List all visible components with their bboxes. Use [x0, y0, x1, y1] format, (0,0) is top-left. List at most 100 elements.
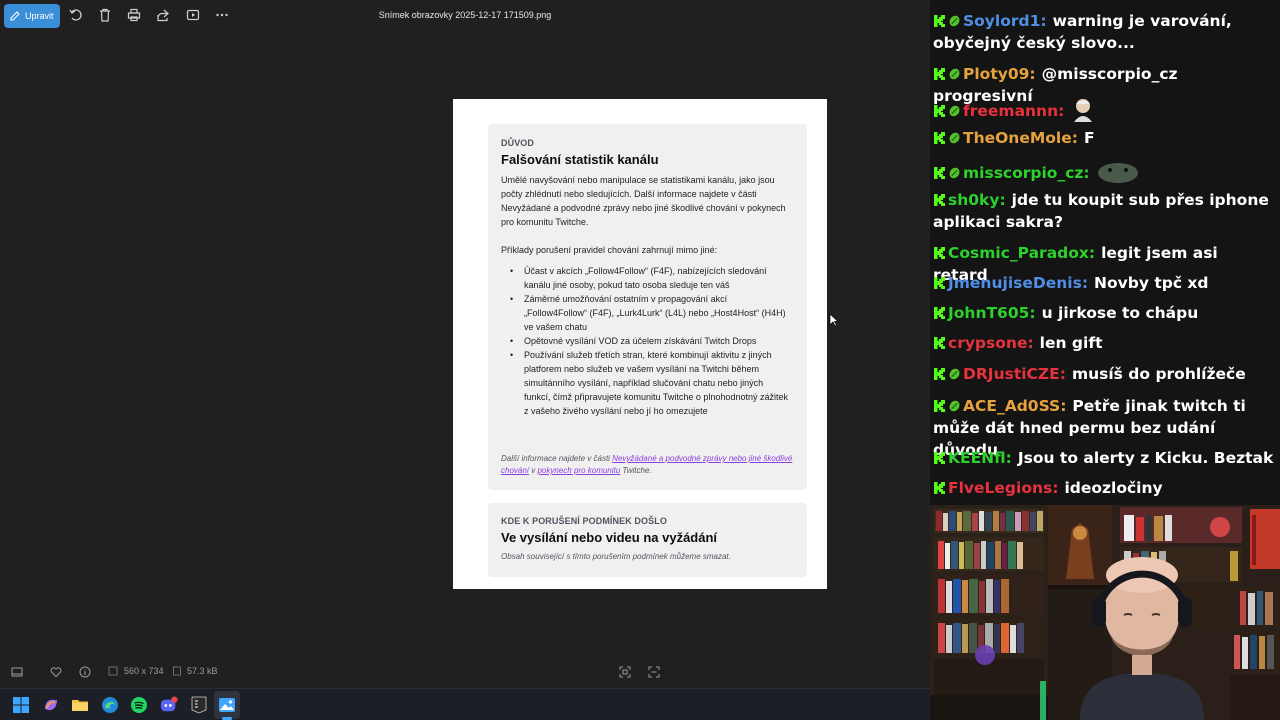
discord-icon[interactable]: [160, 696, 178, 714]
figurine-shelf: [1048, 505, 1112, 589]
chat-text: Jsou to alerty z Kicku. Beztak: [1017, 449, 1274, 467]
chat-username[interactable]: KEENfl:: [948, 449, 1012, 467]
chat-username[interactable]: FlveLegions:: [948, 479, 1058, 497]
chat-message: JmenujiseDenis: Novby tpč xd: [933, 272, 1277, 294]
viewer-statusbar: 560 x 734 57.3 kB: [0, 656, 930, 688]
stream-chat-overlay: Soylord1: warning je varování, obyčejný č…: [930, 0, 1280, 505]
chat-username[interactable]: crypsone:: [948, 334, 1034, 352]
chat-text: Novby tpč xd: [1094, 274, 1209, 292]
chat-text: u jirkose to chápu: [1041, 304, 1199, 322]
chat-message: KEENfl: Jsou to alerty z Kicku. Beztak: [933, 447, 1277, 469]
actual-size-icon[interactable]: [648, 666, 660, 678]
image-dimensions: 560 x 734: [124, 666, 164, 676]
screenshot-image: DŮVOD Falšování statistik kanálu Umělé n…: [453, 99, 827, 589]
chat-username[interactable]: misscorpio_cz:: [963, 164, 1090, 182]
chat-username[interactable]: JmenujiseDenis:: [948, 274, 1088, 292]
chat-username[interactable]: DRJustiCZE:: [963, 365, 1066, 383]
chat-emote-man-icon: [1074, 99, 1093, 122]
kick-badge-icon: [934, 167, 945, 179]
favorite-heart-icon[interactable]: [50, 666, 62, 678]
kick-badge-icon: [934, 247, 945, 259]
photos-viewer-window: Upravit Snímek obrazovky 2025-12-17 1715…: [0, 0, 930, 688]
location-eyebrow: KDE K PORUŠENÍ PODMÍNEK DOŠLO: [501, 516, 667, 526]
chat-username[interactable]: JohnT605:: [948, 304, 1036, 322]
chat-text: len gift: [1039, 334, 1103, 352]
kick-badge-icon: [934, 15, 945, 27]
violation-examples-list: Účast v akcích „Follow4Follow“ (F4F), na…: [510, 264, 788, 418]
epic-games-icon[interactable]: [190, 696, 208, 714]
subscriber-badge-icon: [949, 105, 960, 117]
viewer-toolbar: Upravit Snímek obrazovky 2025-12-17 1715…: [0, 0, 930, 34]
webcam-feed: [930, 505, 1280, 720]
subscriber-badge-icon: [949, 68, 960, 80]
kick-badge-icon: [934, 482, 945, 494]
chat-message: DRJustiCZE: musíš do prohlížeče: [933, 363, 1277, 385]
kick-badge-icon: [934, 400, 945, 412]
list-item: Záměrné umožňování ostatním v propagován…: [510, 292, 788, 334]
chat-username[interactable]: Ploty09:: [963, 65, 1036, 83]
examples-intro: Příklady porušení pravidel chování zahrn…: [501, 245, 718, 255]
chat-message: TheOneMole: F: [933, 127, 1277, 149]
file-size: 57.3 kB: [187, 666, 218, 676]
filmstrip-icon[interactable]: [11, 666, 23, 678]
note-text: Twitche.: [620, 466, 652, 475]
community-guidelines-link[interactable]: pokynech pro komunitu: [537, 466, 620, 475]
chat-username[interactable]: Cosmic_Paradox:: [948, 244, 1095, 262]
location-heading: Ve vysílání nebo videu na vyžádání: [501, 530, 718, 545]
file-size-icon: [173, 666, 181, 676]
kick-badge-icon: [934, 307, 945, 319]
fit-to-window-icon[interactable]: [619, 666, 631, 678]
list-item: Opětovné vysílání VOD za účelem získáván…: [510, 334, 788, 348]
location-note: Obsah související s tímto porušením podm…: [501, 552, 731, 561]
file-explorer-icon[interactable]: [71, 696, 89, 714]
chat-username[interactable]: Soylord1:: [963, 12, 1047, 30]
chat-text: musíš do prohlížeče: [1071, 365, 1246, 383]
chat-message: crypsone: len gift: [933, 332, 1277, 354]
bookshelf-left: [930, 509, 1048, 720]
chat-message: sh0ky: jde tu koupit sub přes iphone apli…: [933, 189, 1277, 233]
chat-message: Soylord1: warning je varování, obyčejný č…: [933, 10, 1277, 54]
reason-description: Umělé navyšování nebo manipulace se stat…: [501, 175, 786, 227]
list-item: Používání služeb třetích stran, které ko…: [510, 348, 788, 418]
chat-message: JohnT605: u jirkose to chápu: [933, 302, 1277, 324]
list-item: Účast v akcích „Follow4Follow“ (F4F), na…: [510, 264, 788, 292]
webcam-image: [930, 505, 1280, 720]
chat-message: misscorpio_cz:: [933, 158, 1277, 184]
subscriber-badge-icon: [949, 400, 960, 412]
info-icon[interactable]: [79, 666, 91, 678]
subscriber-badge-icon: [949, 167, 960, 179]
note-text: Další informace najdete v části: [501, 454, 613, 463]
windows-start-icon[interactable]: [12, 696, 30, 714]
kick-badge-icon: [934, 452, 945, 464]
photos-app-icon[interactable]: [218, 696, 236, 714]
file-title: Snímek obrazovky 2025-12-17 171509.png: [378, 10, 552, 20]
subscriber-badge-icon: [949, 132, 960, 144]
chat-message: freemannn:: [933, 96, 1277, 122]
kick-badge-icon: [934, 277, 945, 289]
copilot-icon[interactable]: [42, 696, 60, 714]
reason-heading: Falšování statistik kanálu: [501, 152, 659, 167]
subscriber-badge-icon: [949, 15, 960, 27]
dimensions-icon: [108, 666, 118, 676]
windows-taskbar: [0, 688, 930, 720]
kick-badge-icon: [934, 194, 945, 206]
edge-browser-icon[interactable]: [101, 696, 119, 714]
location-card: KDE K PORUŠENÍ PODMÍNEK DOŠLO Ve vysílán…: [488, 503, 807, 577]
chat-username[interactable]: ACE_Ad0SS:: [963, 397, 1066, 415]
chat-message: FlveLegions: ideozločiny: [933, 477, 1277, 499]
chat-username[interactable]: freemannn:: [963, 102, 1064, 120]
reason-card: DŮVOD Falšování statistik kanálu Umělé n…: [488, 124, 807, 490]
chat-text: ideozločiny: [1064, 479, 1163, 497]
chat-username[interactable]: sh0ky:: [948, 191, 1006, 209]
more-info-note: Další informace najdete v části Nevyžáda…: [501, 453, 797, 477]
chat-username[interactable]: TheOneMole:: [963, 129, 1078, 147]
spotify-icon[interactable]: [130, 696, 148, 714]
reason-eyebrow: DŮVOD: [501, 138, 535, 148]
mouse-cursor-icon: [829, 313, 839, 327]
subscriber-badge-icon: [949, 368, 960, 380]
chat-emote-creature-icon: [1097, 163, 1138, 183]
kick-badge-icon: [934, 68, 945, 80]
kick-badge-icon: [934, 368, 945, 380]
kick-badge-icon: [934, 337, 945, 349]
chat-text: F: [1083, 129, 1095, 147]
